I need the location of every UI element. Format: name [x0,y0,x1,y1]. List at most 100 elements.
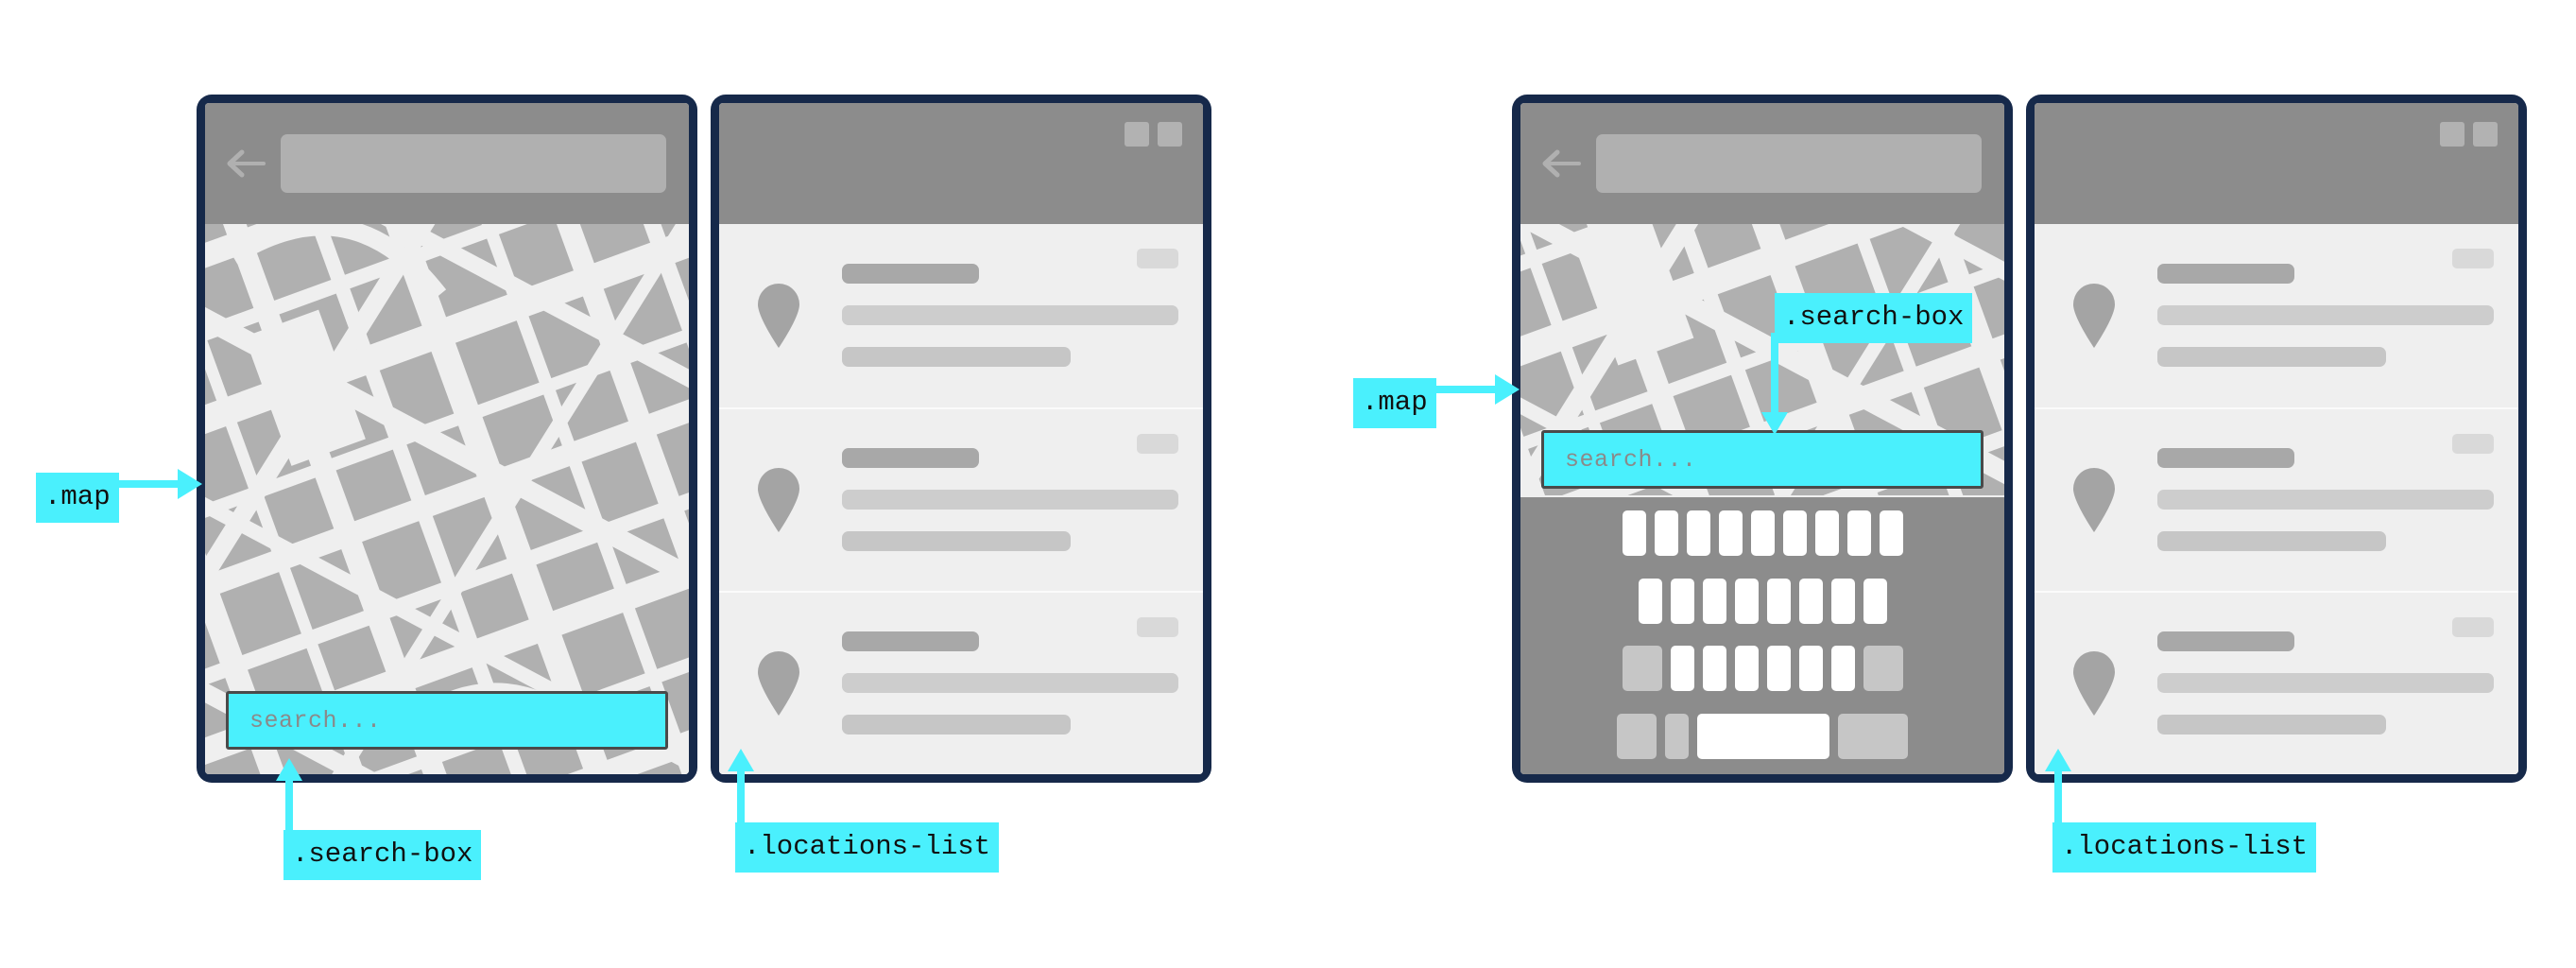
list-item-line-2 [2157,715,2387,735]
list-item-badge [1137,433,1178,454]
search-box[interactable]: search... [226,691,668,750]
key[interactable] [1766,646,1791,692]
key[interactable] [1846,510,1871,556]
list-item-line-2 [842,715,1072,735]
on-screen-keyboard[interactable] [1520,497,2004,774]
list-item-title [842,264,979,285]
list-item-line-1 [2157,490,2494,510]
key[interactable] [1782,510,1807,556]
annotation-label-locations-list-left: .locations-list [735,822,1000,873]
enter-key[interactable] [1838,713,1908,759]
phone-screen-map-keyboard: search... [1520,103,2004,774]
minimize-box-icon[interactable] [2440,122,2464,147]
list-item-badge [1137,249,1178,268]
list-item-line-1 [842,490,1178,510]
minimize-box-icon[interactable] [1125,122,1149,147]
phone-screen-locations-collapsed [719,103,1203,774]
list-item-title [842,631,979,652]
phone-frame-locations-collapsed [711,95,1211,783]
map-pin-icon [755,282,802,350]
key[interactable] [1734,646,1759,692]
key[interactable] [1654,510,1678,556]
locations-list[interactable] [719,224,1203,774]
list-item-line-1 [842,305,1178,326]
keyboard-row-2 [1532,578,1993,624]
key[interactable] [1814,510,1839,556]
key[interactable] [1830,578,1855,624]
list-item-text-block [842,631,1178,735]
key[interactable] [1702,646,1726,692]
keyboard-row-4 [1532,713,1993,759]
maximize-box-icon[interactable] [1158,122,1182,147]
map-pin-icon [755,466,802,534]
key[interactable] [1798,646,1823,692]
list-item-text-block [842,264,1178,368]
key[interactable] [1702,578,1726,624]
app-bar [205,103,689,224]
back-arrow-icon[interactable] [1541,147,1583,181]
list-item-line-1 [2157,305,2494,326]
map-pin-icon [755,649,802,717]
map-pin-icon [2070,466,2118,534]
symbols-key[interactable] [1617,713,1657,759]
list-item-line-1 [2157,673,2494,694]
comma-key[interactable] [1665,713,1689,759]
shift-key[interactable] [1622,646,1662,692]
maximize-box-icon[interactable] [2473,122,2498,147]
annotation-label-search-box-left: .search-box [283,830,482,880]
key[interactable] [1734,578,1759,624]
list-item-title [2157,448,2294,469]
locations-list[interactable] [2035,224,2518,774]
list-item[interactable] [2035,590,2518,774]
key[interactable] [1686,510,1710,556]
list-item-text-block [842,448,1178,552]
key[interactable] [1670,646,1694,692]
list-item-line-2 [842,347,1072,368]
key[interactable] [1879,510,1903,556]
list-item-badge [2452,433,2494,454]
keyboard-row-1 [1532,510,1993,556]
key[interactable] [1718,510,1743,556]
key[interactable] [1766,578,1791,624]
list-item-title [2157,631,2294,652]
map-pin-icon [2070,649,2118,717]
key[interactable] [1638,578,1662,624]
key[interactable] [1863,578,1887,624]
key[interactable] [1830,646,1855,692]
list-item[interactable] [719,224,1203,407]
annotation-label-map-left: .map [36,473,119,523]
list-item[interactable] [2035,406,2518,591]
search-placeholder: search... [249,706,382,735]
search-placeholder: search... [1565,445,1697,474]
list-item-line-2 [2157,347,2387,368]
list-item-line-1 [842,673,1178,694]
key[interactable] [1750,510,1775,556]
list-item[interactable] [719,590,1203,774]
list-item-title [2157,264,2294,285]
search-box[interactable]: search... [1541,430,1984,489]
list-item-badge [2452,616,2494,637]
back-arrow-icon[interactable] [226,147,267,181]
key[interactable] [1622,510,1646,556]
phone-screen-map-collapsed: search... [205,103,689,774]
appbar-search-field[interactable] [1596,134,1982,193]
appbar-search-field[interactable] [281,134,666,193]
map-pin-icon [2070,282,2118,350]
list-item-title [842,448,979,469]
key[interactable] [1670,578,1694,624]
list-item[interactable] [719,406,1203,591]
list-item-text-block [2157,631,2494,735]
wireframe-canvas: search... .map .search-box .locations-li… [0,0,2576,968]
phone-frame-map-keyboard: search... [1512,95,2013,783]
list-item[interactable] [2035,224,2518,407]
list-item-text-block [2157,448,2494,552]
window-controls [1125,122,1182,147]
key[interactable] [1798,578,1823,624]
phone-frame-locations-keyboard [2026,95,2527,783]
annotation-label-locations-list-right: .locations-list [2052,822,2317,873]
list-item-line-2 [2157,531,2387,552]
backspace-key[interactable] [1863,646,1903,692]
window-controls [2440,122,2498,147]
spacebar-key[interactable] [1697,713,1829,759]
keyboard-row-3 [1532,646,1993,692]
